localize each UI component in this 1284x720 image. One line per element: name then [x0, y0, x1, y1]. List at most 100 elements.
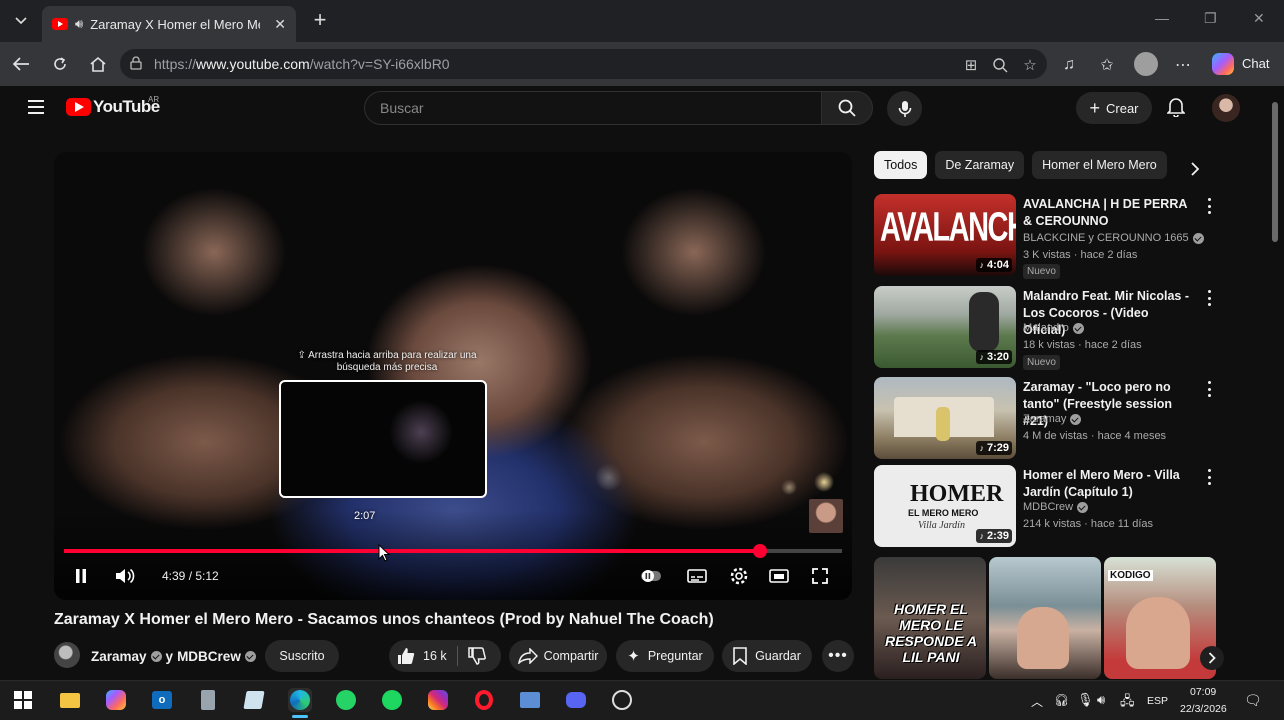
more-options-icon[interactable]: [1204, 290, 1214, 306]
tab-close-icon[interactable]: ✕: [274, 16, 286, 33]
like-button[interactable]: 16 k: [389, 647, 447, 665]
maximize-button[interactable]: ❐: [1204, 10, 1217, 27]
opera-icon[interactable]: [472, 688, 496, 712]
video-thumbnail[interactable]: HOMER EL MERO MERO Villa Jardín ♪ 2:39: [874, 465, 1016, 547]
page-scrollbar[interactable]: [1268, 86, 1284, 680]
tab-list-button[interactable]: [8, 8, 34, 34]
mic-tray-icon[interactable]: 🎙︎: [1077, 692, 1094, 708]
favorite-star-icon[interactable]: ☆: [1021, 56, 1039, 74]
progress-bar[interactable]: [64, 544, 842, 558]
channel-name-2[interactable]: MDBCrew: [177, 649, 241, 664]
clock-time[interactable]: 07:09: [1190, 686, 1216, 698]
outlook-icon[interactable]: o: [150, 688, 174, 712]
chat-button[interactable]: Chat: [1242, 56, 1269, 71]
recommendation-channel[interactable]: MDBCrew: [1023, 501, 1089, 513]
shorts-item[interactable]: [989, 557, 1101, 679]
fullscreen-button[interactable]: [810, 566, 830, 586]
channel-avatar[interactable]: [54, 642, 80, 668]
progress-scrubber-handle[interactable]: [752, 544, 767, 558]
notifications-button[interactable]: [1165, 96, 1187, 118]
app-available-icon[interactable]: ⊞: [962, 56, 980, 74]
ask-button[interactable]: ✦ Preguntar: [616, 640, 714, 672]
shorts-next-button[interactable]: [1200, 646, 1224, 670]
recommendation-channel[interactable]: Zaramay: [1023, 413, 1082, 425]
youtube-logo-icon[interactable]: [66, 98, 91, 116]
save-button[interactable]: Guardar: [722, 640, 812, 672]
home-button[interactable]: [87, 53, 109, 75]
tray-chevron-icon[interactable]: ︿: [1031, 693, 1043, 710]
chip-from-zaramay[interactable]: De Zaramay: [935, 151, 1025, 179]
language-indicator[interactable]: ESP: [1147, 695, 1168, 707]
more-options-icon[interactable]: [1204, 198, 1214, 214]
windows-start-icon[interactable]: [11, 688, 35, 712]
recommendation-item[interactable]: ♪ 3:20 Malandro Feat. Mir Nicolas - Los C…: [874, 286, 1220, 370]
speaker-icon[interactable]: 🔊︎: [75, 16, 83, 32]
voice-search-button[interactable]: [887, 91, 922, 126]
share-button[interactable]: Compartir: [509, 640, 607, 672]
lock-icon[interactable]: [130, 56, 142, 70]
recommendation-item[interactable]: HOMER EL MERO MERO Villa Jardín ♪ 2:39 Ho…: [874, 465, 1220, 547]
video-thumbnail[interactable]: AVALANCHA ♪4:04: [874, 194, 1016, 276]
channel-names[interactable]: Zaramay y MDBCrew: [91, 649, 256, 664]
remote-desktop-icon[interactable]: [518, 688, 542, 712]
end-card-channel-thumbnail[interactable]: [809, 499, 843, 533]
dislike-button[interactable]: [458, 647, 486, 665]
chip-homer[interactable]: Homer el Mero Mero: [1032, 151, 1167, 179]
copilot-icon[interactable]: [1212, 53, 1234, 75]
instagram-icon[interactable]: [426, 688, 450, 712]
network-icon[interactable]: 🖧︎: [1120, 692, 1135, 714]
address-bar[interactable]: https://www.youtube.com/watch?v=SY-i66xl…: [120, 49, 1047, 79]
settings-button[interactable]: [728, 566, 750, 586]
scrollbar-thumb[interactable]: [1272, 102, 1278, 242]
recommendation-item[interactable]: ♪ 7:29 Zaramay - "Loco pero no tanto" (Fr…: [874, 377, 1220, 459]
recommendation-title[interactable]: AVALANCHA | H DE PERRA & CEROUNNO: [1023, 196, 1193, 230]
search-button[interactable]: [821, 91, 873, 125]
subtitles-button[interactable]: [686, 566, 708, 586]
shorts-item[interactable]: KODIGO: [1104, 557, 1216, 679]
recommendation-item[interactable]: AVALANCHA ♪4:04 AVALANCHA | H DE PERRA &…: [874, 194, 1220, 279]
video-player[interactable]: ⇪ Arrastra hacia arriba para realizar un…: [54, 152, 852, 600]
channel-name-1[interactable]: Zaramay: [91, 649, 147, 664]
autoplay-toggle[interactable]: [640, 566, 662, 586]
profile-avatar[interactable]: [1134, 52, 1158, 76]
more-actions-button[interactable]: •••: [822, 640, 854, 672]
file-explorer-icon[interactable]: [58, 688, 82, 712]
search-input[interactable]: Buscar: [364, 91, 822, 125]
new-tab-button[interactable]: +: [308, 7, 332, 32]
pause-button[interactable]: [72, 566, 90, 586]
notepad-icon[interactable]: [196, 688, 220, 712]
clock-date[interactable]: 22/3/2026: [1180, 703, 1227, 715]
zoom-icon[interactable]: [991, 56, 1009, 74]
notes-app-icon[interactable]: [242, 688, 266, 712]
more-menu-icon[interactable]: ⋯: [1173, 55, 1193, 75]
more-options-icon[interactable]: [1204, 469, 1214, 485]
close-window-button[interactable]: ✕: [1253, 10, 1265, 27]
account-avatar[interactable]: [1212, 94, 1240, 122]
notification-center-icon[interactable]: 🗨︎: [1244, 692, 1262, 709]
chips-next-button[interactable]: [1184, 158, 1206, 180]
menu-icon[interactable]: [28, 100, 44, 114]
spotify-icon[interactable]: [380, 688, 404, 712]
obs-icon[interactable]: [610, 688, 634, 712]
discord-icon[interactable]: [564, 688, 588, 712]
more-options-icon[interactable]: [1204, 381, 1214, 397]
back-button[interactable]: [10, 53, 32, 75]
recommendation-title[interactable]: Homer el Mero Mero - Villa Jardín (Capít…: [1023, 467, 1193, 501]
minimize-button[interactable]: —: [1155, 10, 1169, 26]
subscribed-button[interactable]: Suscrito: [265, 640, 339, 672]
edge-browser-icon[interactable]: [288, 688, 312, 712]
volume-button[interactable]: [114, 566, 136, 586]
headset-icon[interactable]: 🎧︎: [1054, 693, 1069, 707]
chip-all[interactable]: Todos: [874, 151, 928, 179]
media-control-icon[interactable]: ♫: [1059, 55, 1079, 75]
shorts-item[interactable]: HOMER EL MERO LE RESPONDE A LIL PANI: [874, 557, 986, 679]
recommendation-channel[interactable]: BLACKCINE y CEROUNNO 1665: [1023, 232, 1204, 244]
favorites-icon[interactable]: ✩: [1097, 55, 1117, 75]
browser-tab-active[interactable]: 🔊︎ Zaramay X Homer el Mero Mero - Sacamo…: [42, 6, 296, 42]
theater-mode-button[interactable]: [768, 566, 790, 586]
volume-tray-icon[interactable]: 🔊︎: [1097, 692, 1105, 708]
recommendation-channel[interactable]: Malandro: [1023, 322, 1084, 334]
video-thumbnail[interactable]: ♪ 3:20: [874, 286, 1016, 368]
video-thumbnail[interactable]: ♪ 7:29: [874, 377, 1016, 459]
reload-button[interactable]: [49, 53, 71, 75]
